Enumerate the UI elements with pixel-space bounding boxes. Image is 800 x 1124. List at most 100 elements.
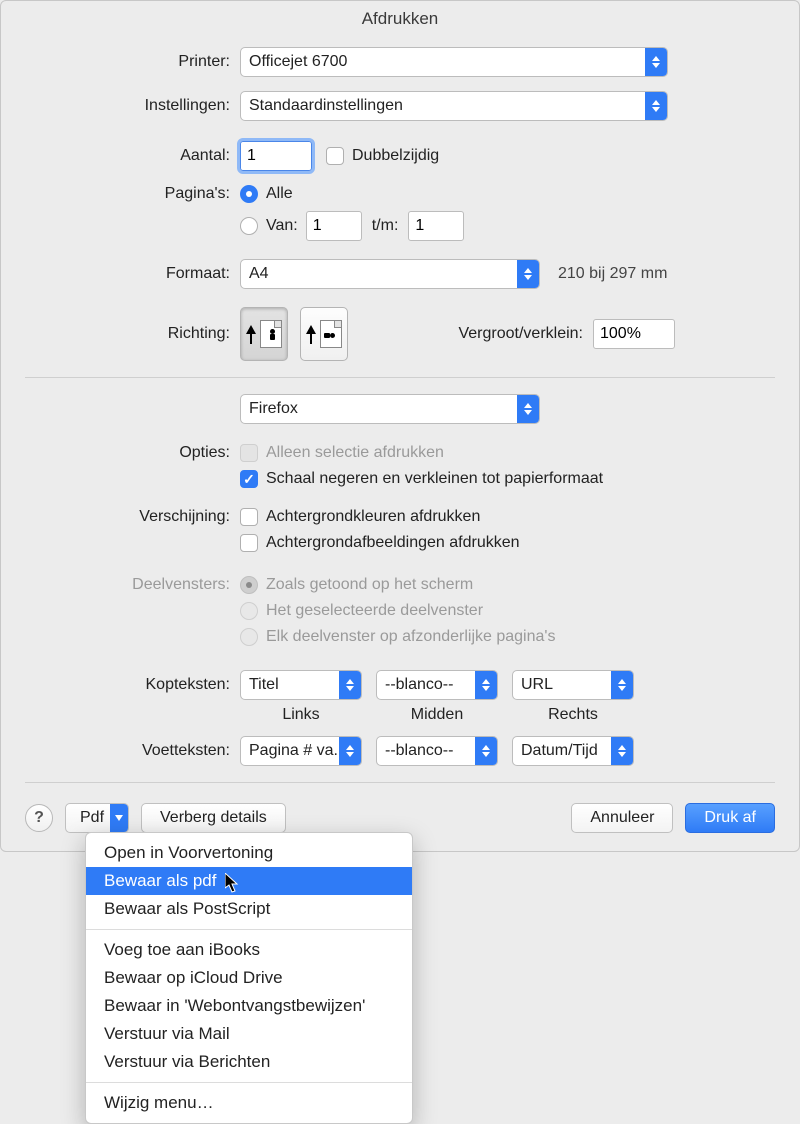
chevron-down-icon — [110, 804, 128, 832]
orientation-portrait-button[interactable] — [240, 307, 288, 361]
duplex-checkbox[interactable]: Dubbelzijdig — [326, 147, 439, 165]
footer-left-popup[interactable]: Pagina # va... — [240, 736, 362, 766]
footer-right-popup[interactable]: Datum/Tijd — [512, 736, 634, 766]
menu-add-ibooks[interactable]: Voeg toe aan iBooks — [86, 936, 412, 964]
format-popup[interactable]: A4 — [240, 259, 540, 289]
radio-disabled-icon — [240, 602, 258, 620]
app-section-value: Firefox — [249, 400, 531, 418]
format-value: A4 — [249, 265, 531, 283]
cancel-button[interactable]: Annuleer — [571, 803, 673, 833]
header-left-value: Titel — [249, 676, 353, 694]
menu-save-postscript[interactable]: Bewaar als PostScript — [86, 895, 412, 923]
header-center-popup[interactable]: --blanco-- — [376, 670, 498, 700]
appearance-bg-images-checkbox[interactable]: Achtergrondafbeeldingen afdrukken — [240, 534, 520, 552]
headers-label: Kopteksten: — [25, 676, 240, 694]
chevron-updown-icon — [645, 48, 667, 76]
radio-icon — [240, 217, 258, 235]
copies-label: Aantal: — [25, 147, 240, 165]
chevron-updown-icon — [339, 737, 361, 765]
page-landscape-icon — [320, 320, 342, 348]
header-center-value: --blanco-- — [385, 676, 489, 694]
menu-open-preview[interactable]: Open in Voorvertoning — [86, 839, 412, 867]
pages-all-label: Alle — [266, 185, 293, 203]
checkbox-icon — [326, 147, 344, 165]
pages-to-input[interactable] — [408, 211, 464, 241]
appearance-bg-colors-label: Achtergrondkleuren afdrukken — [266, 508, 480, 526]
checkbox-checked-icon — [240, 470, 258, 488]
panes-selected-radio: Het geselecteerde deelvenster — [240, 602, 483, 620]
chevron-updown-icon — [611, 671, 633, 699]
chevron-updown-icon — [645, 92, 667, 120]
separator — [25, 377, 775, 378]
pages-all-radio[interactable]: Alle — [240, 185, 293, 203]
scale-input[interactable] — [593, 319, 675, 349]
menu-send-mail[interactable]: Verstuur via Mail — [86, 1020, 412, 1048]
checkbox-disabled-icon — [240, 444, 258, 462]
print-button[interactable]: Druk af — [685, 803, 775, 833]
pages-from-input[interactable] — [306, 211, 362, 241]
footer-right-value: Datum/Tijd — [521, 742, 625, 760]
help-button[interactable]: ? — [25, 804, 53, 832]
panes-selected-label: Het geselecteerde deelvenster — [266, 602, 483, 620]
app-section-popup[interactable]: Firefox — [240, 394, 540, 424]
settings-popup[interactable]: Standaardinstellingen — [240, 91, 668, 121]
menu-send-messages[interactable]: Verstuur via Berichten — [86, 1048, 412, 1076]
settings-value: Standaardinstellingen — [249, 97, 659, 115]
orientation-label: Richting: — [25, 325, 240, 343]
duplex-label: Dubbelzijdig — [352, 147, 439, 165]
option-ignore-scale-checkbox[interactable]: Schaal negeren en verkleinen tot papierf… — [240, 470, 603, 488]
orientation-landscape-button[interactable] — [300, 307, 348, 361]
menu-save-pdf[interactable]: Bewaar als pdf — [86, 867, 412, 895]
panes-as-shown-radio: Zoals getoond op het scherm — [240, 576, 473, 594]
chevron-updown-icon — [339, 671, 361, 699]
menu-save-webreceipts[interactable]: Bewaar in 'Webontvangstbewijzen' — [86, 992, 412, 1020]
arrow-up-icon — [246, 325, 256, 344]
radio-disabled-icon — [240, 628, 258, 646]
options-label: Opties: — [25, 444, 240, 462]
menu-save-icloud[interactable]: Bewaar op iCloud Drive — [86, 964, 412, 992]
pdf-dropdown-menu: Open in Voorvertoning Bewaar als pdf Bew… — [85, 832, 413, 1124]
header-right-value: URL — [521, 676, 625, 694]
panes-each-radio: Elk deelvenster op afzonderlijke pagina'… — [240, 628, 555, 646]
footer-center-popup[interactable]: --blanco-- — [376, 736, 498, 766]
page-portrait-icon — [260, 320, 282, 348]
chevron-updown-icon — [611, 737, 633, 765]
menu-separator — [86, 929, 412, 930]
menu-edit-menu[interactable]: Wijzig menu… — [86, 1089, 412, 1117]
pages-range-radio[interactable]: Van: — [240, 217, 298, 235]
appearance-bg-images-label: Achtergrondafbeeldingen afdrukken — [266, 534, 520, 552]
footer-center-value: --blanco-- — [385, 742, 489, 760]
panes-as-shown-label: Zoals getoond op het scherm — [266, 576, 473, 594]
pdf-menu-button[interactable]: Pdf — [65, 803, 129, 833]
footers-label: Voetteksten: — [25, 742, 240, 760]
panes-each-label: Elk deelvenster op afzonderlijke pagina'… — [266, 628, 555, 646]
appearance-label: Verschijning: — [25, 508, 240, 526]
radio-selected-icon — [240, 185, 258, 203]
scale-label: Vergroot/verklein: — [458, 325, 583, 343]
radio-selected-disabled-icon — [240, 576, 258, 594]
pdf-label: Pdf — [80, 809, 104, 827]
header-left-popup[interactable]: Titel — [240, 670, 362, 700]
printer-popup[interactable]: Officejet 6700 — [240, 47, 668, 77]
checkbox-icon — [240, 508, 258, 526]
pages-from-label: Van: — [266, 217, 298, 235]
checkbox-icon — [240, 534, 258, 552]
settings-label: Instellingen: — [25, 97, 240, 115]
header-right-popup[interactable]: URL — [512, 670, 634, 700]
chevron-updown-icon — [475, 737, 497, 765]
format-size-text: 210 bij 297 mm — [558, 265, 667, 283]
printer-label: Printer: — [25, 53, 240, 71]
printer-value: Officejet 6700 — [249, 53, 659, 71]
hide-details-button[interactable]: Verberg details — [141, 803, 286, 833]
option-selection-only-checkbox: Alleen selectie afdrukken — [240, 444, 444, 462]
chevron-updown-icon — [475, 671, 497, 699]
arrow-up-icon — [306, 325, 316, 344]
cursor-icon — [225, 873, 239, 893]
option-selection-only-label: Alleen selectie afdrukken — [266, 444, 444, 462]
copies-input[interactable] — [240, 141, 312, 171]
help-icon: ? — [34, 809, 44, 827]
pages-label: Pagina's: — [25, 185, 240, 203]
appearance-bg-colors-checkbox[interactable]: Achtergrondkleuren afdrukken — [240, 508, 480, 526]
pages-to-label: t/m: — [372, 217, 399, 235]
separator — [25, 782, 775, 783]
